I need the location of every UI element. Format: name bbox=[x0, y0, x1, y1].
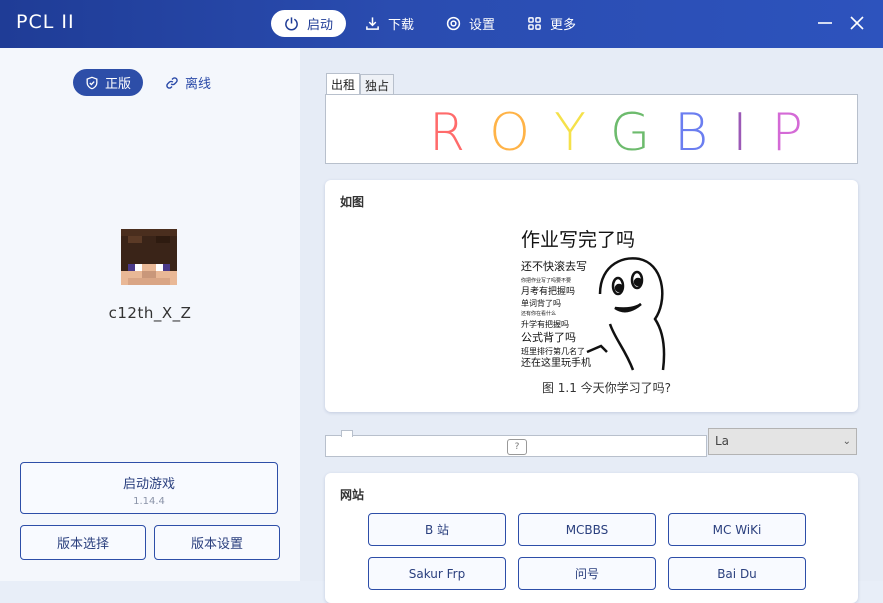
meme-line: 还有你在看什么 bbox=[521, 310, 556, 317]
site-link-baidu[interactable]: Bai Du bbox=[668, 557, 806, 590]
meme-line: 还不快滚去写 bbox=[521, 259, 587, 273]
mode-offline[interactable]: 离线 bbox=[153, 69, 223, 96]
download-icon bbox=[366, 17, 379, 30]
meme-headline: 作业写完了吗 bbox=[521, 229, 635, 251]
rainbow-letter: G bbox=[609, 103, 651, 163]
site-link-mcwiki[interactable]: MC WiKi bbox=[668, 513, 806, 546]
meme-line: 升学有把握吗 bbox=[521, 319, 569, 329]
meme-face bbox=[586, 257, 666, 371]
avatar bbox=[121, 229, 177, 285]
launch-version-label: 1.14.4 bbox=[133, 496, 165, 507]
meme-line: 公式背了吗 bbox=[521, 330, 576, 344]
right-panel: 出租 独占 R O Y G B I P 如图 作业写完了吗 还不快滚去写 你把作… bbox=[300, 48, 883, 603]
meme-line: 月考有把握吗 bbox=[521, 285, 575, 297]
chevron-down-icon: ⌄ bbox=[842, 436, 851, 447]
tab-exclusive[interactable]: 独占 bbox=[360, 74, 395, 95]
sites-card-title: 网站 bbox=[340, 488, 365, 502]
minimize-icon[interactable] bbox=[816, 14, 834, 32]
image-card-title: 如图 bbox=[340, 195, 365, 209]
mode-official-label: 正版 bbox=[105, 77, 132, 92]
meme-line: 还在这里玩手机 bbox=[521, 356, 591, 369]
nav-more-label: 更多 bbox=[550, 18, 577, 33]
nav-launch[interactable]: 启动 bbox=[271, 10, 347, 37]
link-icon bbox=[166, 76, 178, 89]
tab-rent[interactable]: 出租 bbox=[326, 73, 361, 95]
rainbow-letter: O bbox=[489, 103, 531, 163]
language-select[interactable]: La ⌄ bbox=[708, 428, 857, 455]
meme-line: 你把作业写了吗要不要 bbox=[521, 277, 571, 284]
left-panel: 正版 离线 c12th_X_Z 启动游戏 1.14.4 版本选择 版本设置 bbox=[0, 48, 300, 581]
image-card: 如图 作业写完了吗 还不快滚去写 你把作业写了吗要不要 月考有把握吗 单词背了吗… bbox=[325, 180, 858, 412]
input-notch bbox=[341, 430, 353, 437]
settings-icon bbox=[446, 16, 461, 31]
title-bar: PCL II 启动 下载 设置 更多 bbox=[0, 0, 883, 48]
rainbow-letter: I bbox=[732, 103, 748, 163]
launch-game-label: 启动游戏 bbox=[122, 477, 175, 492]
meme-image: 作业写完了吗 还不快滚去写 你把作业写了吗要不要 月考有把握吗 单词背了吗 还有… bbox=[521, 229, 666, 371]
rainbow-letter: R bbox=[429, 103, 466, 163]
nav-download-label: 下载 bbox=[388, 18, 415, 33]
main-nav: 启动 下载 设置 更多 bbox=[271, 10, 589, 38]
app-title: PCL II bbox=[16, 11, 75, 33]
nav-launch-label: 启动 bbox=[307, 18, 334, 33]
site-link-question[interactable]: 问号 bbox=[518, 557, 656, 590]
nav-settings-label: 设置 bbox=[469, 18, 496, 33]
site-link-bilibili[interactable]: B 站 bbox=[368, 513, 506, 546]
language-select-value: La bbox=[715, 434, 730, 448]
nav-more[interactable]: 更多 bbox=[514, 10, 589, 37]
launch-game-button[interactable]: 启动游戏 1.14.4 bbox=[20, 462, 278, 514]
login-mode-toggle: 正版 离线 bbox=[73, 69, 223, 96]
version-select-button[interactable]: 版本选择 bbox=[20, 525, 146, 560]
nav-download[interactable]: 下载 bbox=[352, 10, 427, 37]
rainbow-letter: Y bbox=[554, 103, 586, 163]
shield-check-icon bbox=[86, 76, 98, 89]
meme-line: 单词背了吗 bbox=[521, 298, 561, 308]
rainbow-letters: R O Y G B I P bbox=[429, 103, 803, 163]
close-icon[interactable] bbox=[848, 14, 866, 32]
rainbow-banner: R O Y G B I P bbox=[325, 94, 858, 164]
help-icon[interactable]: ? bbox=[507, 439, 527, 455]
text-input[interactable]: ? bbox=[325, 430, 707, 457]
mode-offline-label: 离线 bbox=[185, 77, 212, 92]
grid-icon bbox=[528, 17, 541, 30]
site-link-mcbbs[interactable]: MCBBS bbox=[518, 513, 656, 546]
site-link-sakura-frp[interactable]: Sakur Frp bbox=[368, 557, 506, 590]
rainbow-letter: B bbox=[674, 103, 709, 163]
nav-settings[interactable]: 设置 bbox=[433, 10, 508, 37]
image-caption: 图 1.1 今天你学习了吗? bbox=[541, 381, 672, 395]
tab-strip: 出租 独占 bbox=[326, 73, 395, 95]
meme-line: 班里排行第几名了 bbox=[521, 346, 585, 356]
mode-official[interactable]: 正版 bbox=[73, 69, 144, 96]
version-settings-button[interactable]: 版本设置 bbox=[154, 525, 280, 560]
username: c12th_X_Z bbox=[108, 304, 192, 322]
rainbow-letter: P bbox=[771, 103, 803, 163]
sites-card: 网站 B 站 MCBBS MC WiKi Sakur Frp 问号 Bai Du bbox=[325, 473, 858, 603]
power-icon bbox=[285, 17, 298, 31]
